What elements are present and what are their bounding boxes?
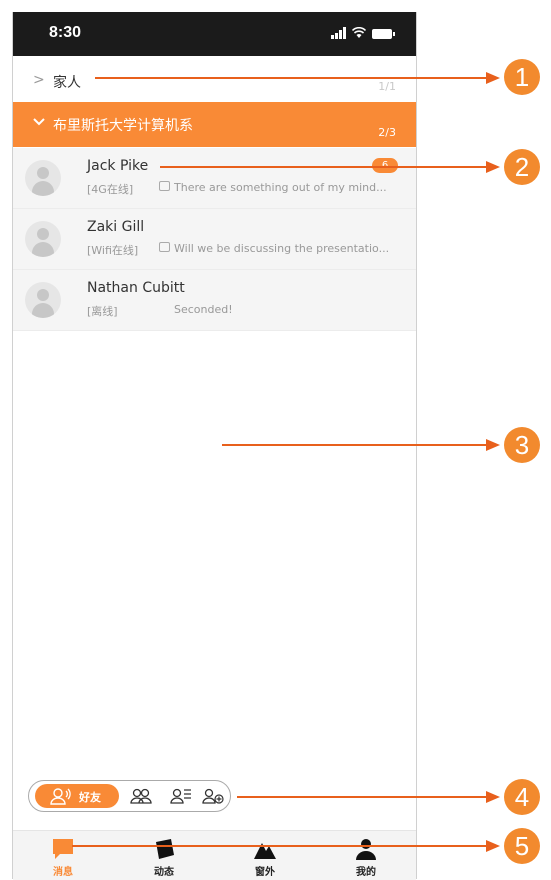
annotation-arrows <box>72 72 500 852</box>
callout-marker: 4 <box>504 779 540 815</box>
callout-marker: 5 <box>504 828 540 864</box>
callout-marker: 3 <box>504 427 540 463</box>
callout-marker: 2 <box>504 149 540 185</box>
callout-marker: 1 <box>504 59 540 95</box>
